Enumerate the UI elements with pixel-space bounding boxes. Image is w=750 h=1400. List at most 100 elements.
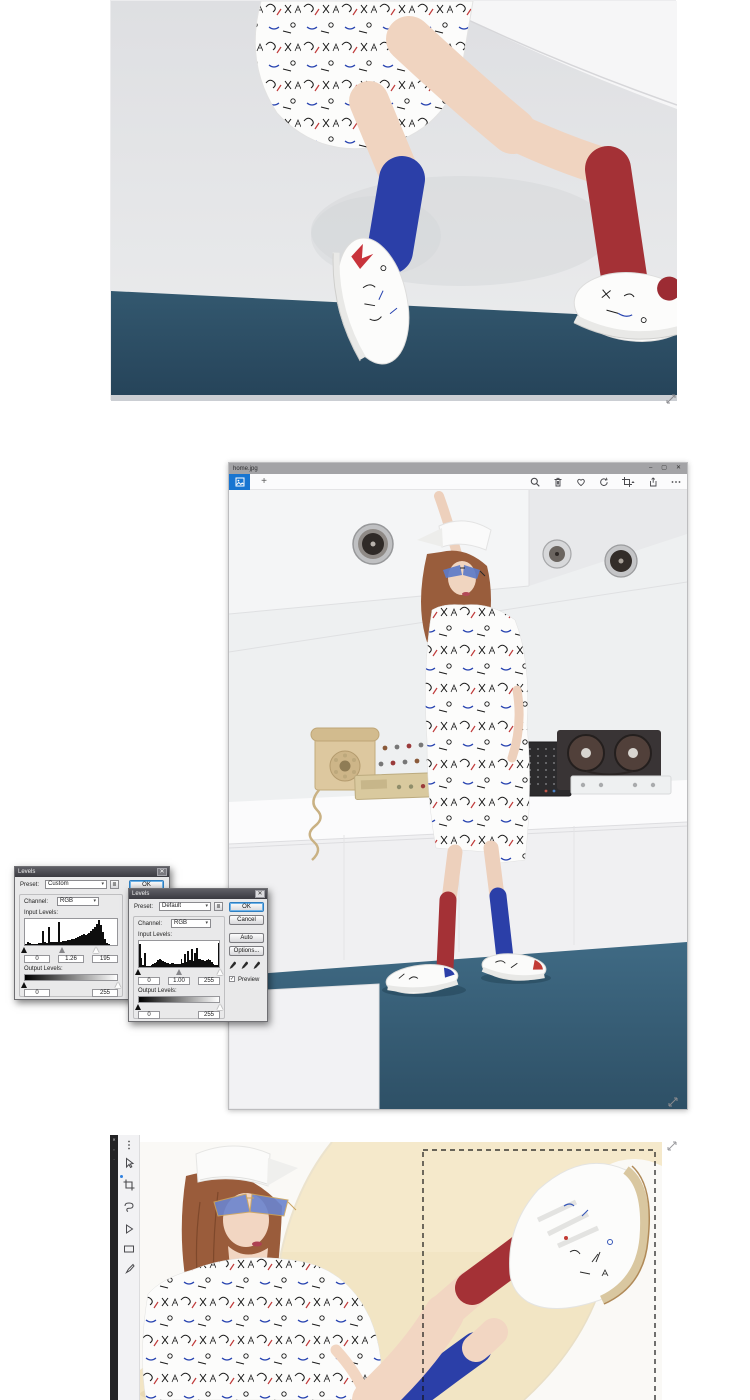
bottom-editor-section: ✕ ▫ · [110,1135,680,1400]
active-tool-indicator [120,1175,123,1178]
input-levels-label: Input Levels: [138,932,172,938]
top-photo [110,0,676,400]
favorite-icon[interactable] [576,477,586,487]
channel-select[interactable]: RGB▾ [57,897,99,906]
brush-tool-icon[interactable] [123,1263,135,1275]
output-gradient-bar [138,996,220,1003]
chevron-down-icon [631,481,634,483]
output-white-field[interactable]: 255 [198,1011,220,1019]
input-histogram [138,940,220,968]
preset-select[interactable]: Custom▾ [45,880,107,889]
input-black-field[interactable]: 0 [24,955,50,963]
crop-tool-icon[interactable] [123,1179,135,1191]
shape-tool-icon[interactable] [123,1223,135,1235]
output-black-slider[interactable] [135,1004,141,1010]
middle-photo-illustration [229,490,687,1109]
white-eyedropper-icon[interactable] [253,961,260,970]
resize-handle-icon[interactable] [666,1096,680,1108]
channel-select[interactable]: RGB▾ [171,919,211,928]
chevron-down-icon: ▾ [205,920,208,927]
options-button[interactable]: Options... [229,946,264,956]
panel-icon[interactable]: ▫ [110,1145,118,1155]
dialog-title[interactable]: Levels [15,867,169,877]
input-black-field[interactable]: 0 [138,977,160,985]
gamma-slider[interactable] [59,947,65,953]
maximize-button[interactable]: ▢ [661,463,667,474]
input-white-field[interactable]: 255 [198,977,220,985]
output-white-field[interactable]: 255 [92,989,118,997]
ok-button[interactable]: OK [229,902,264,912]
white-point-slider[interactable] [93,947,99,953]
photos-toolbar: + [229,474,687,490]
resize-handle-icon[interactable] [665,1140,679,1152]
output-white-slider[interactable] [115,982,121,988]
chevron-down-icon: ▾ [101,881,104,888]
porthole-left [353,524,393,564]
porthole-middle [543,540,571,568]
blue-sock [390,179,402,251]
share-icon[interactable] [648,477,658,487]
preset-options-button[interactable]: ≣ [214,902,223,911]
close-icon[interactable]: ✕ [110,1135,118,1145]
more-dots-icon[interactable] [123,1139,135,1151]
input-gamma-field[interactable]: 1.26 [58,955,84,963]
close-icon[interactable]: ✕ [255,890,265,898]
preset-select[interactable]: Default▾ [159,902,211,911]
add-button[interactable]: + [259,477,269,487]
cancel-button[interactable]: Cancel [229,915,264,925]
lasso-tool-icon[interactable] [123,1201,135,1213]
dot-icon: · [110,1155,118,1165]
levels-dialog-front[interactable]: Levels ✕ Preset: Default▾ ≣ Channel: RGB… [128,888,268,1022]
see-all-photos-icon [235,477,245,487]
more-icon[interactable] [671,477,681,487]
minimize-button[interactable]: – [649,463,652,474]
crop-icon[interactable] [622,477,635,487]
gray-eyedropper-icon[interactable] [241,961,248,970]
porthole-right [605,545,637,577]
window-titlebar[interactable]: home.jpg – ▢ ✕ [229,463,687,474]
close-button[interactable]: ✕ [676,463,681,474]
close-icon[interactable]: ✕ [157,868,167,876]
bottom-photo-illustration [140,1142,662,1400]
auto-button[interactable]: Auto [229,933,264,943]
eyedropper-tools [229,961,260,970]
output-black-slider[interactable] [21,982,27,988]
right-margin-strip [662,1135,680,1400]
preset-options-button[interactable]: ≣ [110,880,119,889]
top-photo-illustration [111,1,677,401]
rotate-icon[interactable] [599,477,609,487]
channel-label: Channel: [138,921,162,927]
reel-tape-deck [557,730,671,794]
preset-label: Preset: [134,904,153,910]
dialog-title[interactable]: Levels [129,889,267,899]
input-slider[interactable] [138,969,220,975]
panel-edge-strip: ✕ ▫ · [110,1135,118,1400]
output-black-field[interactable]: 0 [138,1011,160,1019]
red-sock [445,900,448,968]
output-black-field[interactable]: 0 [24,989,50,997]
move-tool-icon[interactable] [123,1157,135,1169]
bottom-photo-canvas [140,1142,662,1400]
see-all-photos-button[interactable] [229,474,250,490]
white-point-slider[interactable] [217,969,223,975]
output-white-slider[interactable] [217,1004,223,1010]
black-point-slider[interactable] [21,947,27,953]
output-slider[interactable] [138,1004,220,1010]
delete-icon[interactable] [553,477,563,487]
input-histogram [24,918,118,946]
input-white-field[interactable]: 195 [92,955,118,963]
input-gamma-field[interactable]: 1.00 [168,977,190,985]
output-levels-label: Output Levels: [138,988,177,994]
black-point-slider[interactable] [135,969,141,975]
preset-label: Preset: [20,882,39,888]
output-slider[interactable] [24,982,118,988]
resize-handle-icon[interactable] [664,393,678,405]
zoom-icon[interactable] [530,477,540,487]
marquee-tool-icon[interactable] [123,1243,135,1255]
gamma-slider[interactable] [176,969,182,975]
black-eyedropper-icon[interactable] [229,961,236,970]
output-levels-label: Output Levels: [24,966,63,972]
preview-checkbox[interactable]: ✓ [229,976,235,982]
input-slider[interactable] [24,947,118,953]
face [448,561,476,595]
